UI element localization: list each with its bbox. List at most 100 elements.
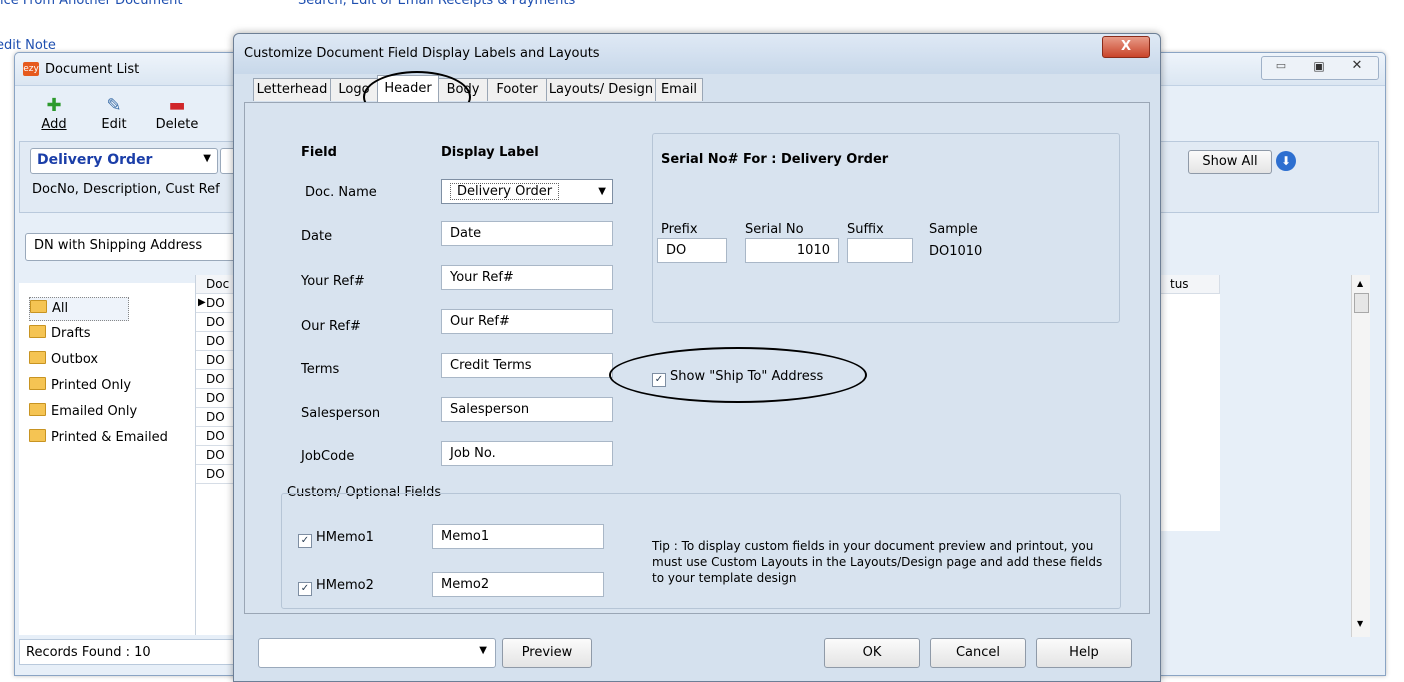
checkbox-checked-icon: ✓ xyxy=(298,582,312,596)
edit-icon: ✎ xyxy=(106,95,122,116)
hmemo1-label: HMemo1 xyxy=(316,530,374,545)
terms-label-input[interactable]: Credit Terms xyxy=(441,353,613,378)
tree-item-label: All xyxy=(52,301,69,316)
doc-name-value: Delivery Order xyxy=(450,183,560,200)
date-label-input[interactable]: Date xyxy=(441,221,613,246)
minimize-icon[interactable]: ▭ xyxy=(1270,59,1292,75)
chevron-down-icon: ▼ xyxy=(479,645,487,656)
checkbox-checked-icon: ✓ xyxy=(298,534,312,548)
tab-letterhead[interactable]: Letterhead xyxy=(253,78,331,101)
dialog-title: Customize Document Field Display Labels … xyxy=(244,46,600,61)
doc-type-select[interactable]: Delivery Order ▼ xyxy=(30,148,218,174)
folder-icon xyxy=(29,351,46,364)
close-icon[interactable]: ✕ xyxy=(1346,58,1368,74)
delete-icon: ▬ xyxy=(168,95,186,116)
tree-item-drafts[interactable]: Drafts xyxy=(29,323,91,345)
add-button[interactable]: ✚ Add xyxy=(39,95,69,132)
tab-footer[interactable]: Footer xyxy=(487,78,547,101)
delete-button[interactable]: ▬ Delete xyxy=(151,95,203,132)
grid-scrollbar[interactable]: ▲ ▼ xyxy=(1351,275,1370,637)
field-jobcode: JobCode xyxy=(301,449,355,464)
cancel-button[interactable]: Cancel xyxy=(930,638,1026,668)
prefix-input[interactable]: DO xyxy=(657,238,727,263)
chevron-down-icon: ▼ xyxy=(203,153,211,164)
preview-button[interactable]: Preview xyxy=(502,638,592,668)
records-found: Records Found : 10 xyxy=(19,639,235,665)
folder-icon xyxy=(29,403,46,416)
field-your-ref: Your Ref# xyxy=(301,274,365,289)
hmemo2-checkbox[interactable]: ✓ HMemo2 xyxy=(298,578,374,596)
field-doc-name: Doc. Name xyxy=(305,185,377,200)
your-ref-label-input[interactable]: Your Ref# xyxy=(441,265,613,290)
grid-header-status[interactable]: tus xyxy=(1160,275,1220,294)
header-tab-page: Field Display Label Doc. Name Delivery O… xyxy=(244,102,1150,614)
hmemo2-label: HMemo2 xyxy=(316,578,374,593)
window-controls: ▭ ▣ ✕ xyxy=(1261,56,1379,80)
tree-item-all[interactable]: All xyxy=(29,297,130,321)
doc-type-value: Delivery Order xyxy=(37,152,153,168)
tree-item-printed-only[interactable]: Printed Only xyxy=(29,375,131,397)
document-list-title: Document List xyxy=(45,62,140,77)
customize-dialog: Customize Document Field Display Labels … xyxy=(233,33,1161,682)
sample-value: DO1010 xyxy=(929,244,983,259)
show-all-button[interactable]: Show All xyxy=(1188,150,1272,174)
memo2-input[interactable]: Memo2 xyxy=(432,572,604,597)
tree-item-printed-emailed[interactable]: Printed & Emailed xyxy=(29,427,168,449)
sample-label: Sample xyxy=(929,222,978,237)
ok-button[interactable]: OK xyxy=(824,638,920,668)
tree-item-label: Outbox xyxy=(51,352,99,367)
our-ref-label-input[interactable]: Our Ref# xyxy=(441,309,613,334)
suffix-input[interactable] xyxy=(847,238,913,263)
dialog-close-button[interactable]: X xyxy=(1102,36,1150,58)
memo1-input[interactable]: Memo1 xyxy=(432,524,604,549)
display-label-column-header: Display Label xyxy=(441,145,539,160)
folder-icon xyxy=(29,429,46,442)
help-button[interactable]: Help xyxy=(1036,638,1132,668)
serial-group: Serial No# For : Delivery Order Prefix S… xyxy=(652,133,1120,323)
delete-label: Delete xyxy=(155,117,199,132)
serial-title: Serial No# For : Delivery Order xyxy=(661,152,889,167)
search-fields-text: DocNo, Description, Cust Ref xyxy=(32,182,220,197)
maximize-icon[interactable]: ▣ xyxy=(1308,59,1330,75)
tree-item-label: Printed & Emailed xyxy=(51,430,168,445)
row-pointer-icon: ▶ xyxy=(198,297,206,308)
field-column-header: Field xyxy=(301,145,337,160)
jobcode-label-input[interactable]: Job No. xyxy=(441,441,613,466)
tab-email[interactable]: Email xyxy=(655,78,703,101)
folder-tree: All Drafts Outbox Printed Only Emailed O… xyxy=(19,283,195,635)
salesperson-label-input[interactable]: Salesperson xyxy=(441,397,613,422)
status-column: tus xyxy=(1160,275,1220,531)
bg-link-credit-note[interactable]: edit Note xyxy=(0,38,56,53)
bg-link-search-receipts[interactable]: Search, Edit or Email Receipts & Payment… xyxy=(298,0,575,8)
serial-no-input[interactable]: 1010 xyxy=(745,238,839,263)
field-salesperson: Salesperson xyxy=(301,406,381,421)
bg-link-copy-invoice[interactable]: oice From Another Document xyxy=(0,0,182,8)
folder-icon xyxy=(29,325,46,338)
tab-layouts-design[interactable]: Layouts/ Design xyxy=(546,78,656,101)
edit-label: Edit xyxy=(101,117,127,132)
layout-combo[interactable]: DN with Shipping Address xyxy=(25,233,247,261)
field-date: Date xyxy=(301,229,333,244)
add-icon: ✚ xyxy=(46,95,62,116)
dialog-titlebar: Customize Document Field Display Labels … xyxy=(234,34,1160,74)
tree-item-label: Printed Only xyxy=(51,378,132,393)
show-all-label: Show All xyxy=(1202,154,1258,169)
scroll-up-icon[interactable]: ▲ xyxy=(1357,279,1363,288)
arrow-down-circle-icon[interactable]: ⬇ xyxy=(1276,151,1296,171)
folder-icon xyxy=(30,300,47,313)
tree-item-label: Emailed Only xyxy=(51,404,138,419)
tree-item-emailed-only[interactable]: Emailed Only xyxy=(29,401,137,423)
scroll-thumb[interactable] xyxy=(1354,293,1369,313)
layout-combo-value: DN with Shipping Address xyxy=(34,238,203,253)
custom-fields-group: ✓ HMemo1 Memo1 ✓ HMemo2 Memo2 Tip : To dis… xyxy=(281,493,1121,609)
hmemo1-checkbox[interactable]: ✓ HMemo1 xyxy=(298,530,374,548)
doc-name-select[interactable]: Delivery Order ▼ xyxy=(441,179,613,204)
tree-item-outbox[interactable]: Outbox xyxy=(29,349,98,371)
serial-no-label: Serial No xyxy=(745,222,804,237)
edit-button[interactable]: ✎ Edit xyxy=(99,95,129,132)
field-terms: Terms xyxy=(301,362,340,377)
add-label: Add xyxy=(41,117,67,132)
scroll-down-icon[interactable]: ▼ xyxy=(1357,619,1363,628)
bottom-layout-select[interactable]: ▼ xyxy=(258,638,496,668)
field-our-ref: Our Ref# xyxy=(301,319,361,334)
